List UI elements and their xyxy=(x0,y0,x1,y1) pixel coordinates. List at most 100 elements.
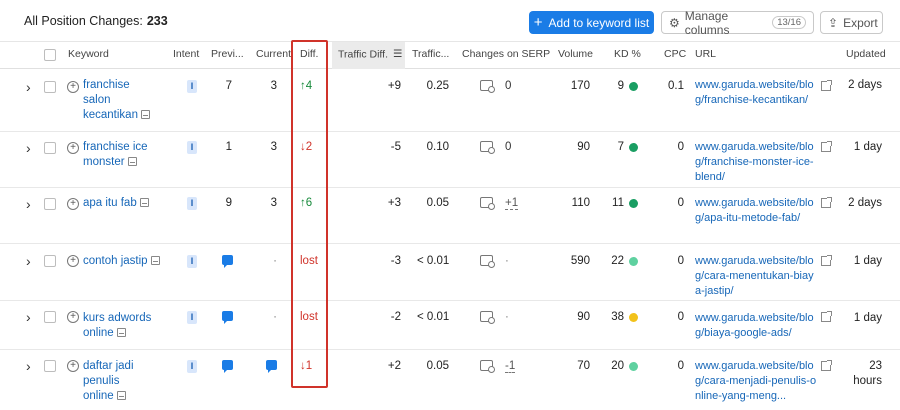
row-checkbox[interactable] xyxy=(44,198,56,210)
manage-columns-button[interactable]: ⚙ Manage columns 13/16 xyxy=(661,9,814,37)
external-link-icon[interactable] xyxy=(821,360,832,371)
kd-value: 22 xyxy=(611,255,624,267)
row-checkbox[interactable] xyxy=(44,255,56,267)
serp-features-icon xyxy=(140,110,150,119)
serp-snapshot-icon[interactable] xyxy=(480,80,495,93)
table-row: › + apa itu fab I 9 3 ↑6 +3 0.05 +1 110 … xyxy=(0,189,900,244)
col-kd[interactable]: KD % xyxy=(614,42,641,69)
intent-badge: I xyxy=(187,255,197,268)
keyword-text: franchise ice monster xyxy=(83,141,148,168)
col-intent[interactable]: Intent xyxy=(173,42,199,69)
intent-badge: I xyxy=(187,197,197,210)
row-checkbox[interactable] xyxy=(44,81,56,93)
traffic-diff: -3 xyxy=(390,255,401,267)
keyword-link[interactable]: franchise ice monster xyxy=(83,140,153,170)
keyword-link[interactable]: daftar jadi penulis online xyxy=(83,359,153,404)
col-cpc[interactable]: CPC xyxy=(664,42,686,69)
col-volume[interactable]: Volume xyxy=(558,42,593,69)
cpc: 0 xyxy=(677,141,684,153)
position-diff: lost xyxy=(300,311,318,323)
volume: 590 xyxy=(570,255,590,267)
serp-snapshot-icon[interactable] xyxy=(480,255,495,268)
add-keyword-icon[interactable]: + xyxy=(67,81,79,93)
export-button[interactable]: ⇪ Export xyxy=(820,11,883,34)
add-keyword-icon[interactable]: + xyxy=(67,142,79,154)
url-link[interactable]: www.garuda.website/blog/biaya-google-ads… xyxy=(695,311,817,341)
volume: 90 xyxy=(577,311,590,323)
row-checkbox[interactable] xyxy=(44,311,56,323)
expand-chevron-icon[interactable]: › xyxy=(26,253,31,269)
serp-snapshot-icon[interactable] xyxy=(480,141,495,154)
add-keyword-icon[interactable]: + xyxy=(67,255,79,267)
add-to-keyword-list-button[interactable]: + Add to keyword list xyxy=(529,11,654,34)
kd-indicator-dot xyxy=(629,82,638,91)
external-link-icon[interactable] xyxy=(821,255,832,266)
traffic-value: 0.10 xyxy=(426,141,449,153)
intent-badge: I xyxy=(187,141,197,154)
expand-chevron-icon[interactable]: › xyxy=(26,140,31,156)
external-link-icon[interactable] xyxy=(821,197,832,208)
current-position: 3 xyxy=(270,141,277,153)
external-link-icon[interactable] xyxy=(821,311,832,322)
keyword-link[interactable]: franchise salon kecantikan xyxy=(83,78,153,123)
serp-change: 0 xyxy=(505,80,512,92)
url-link[interactable]: www.garuda.website/blog/apa-itu-metode-f… xyxy=(695,196,817,226)
col-url[interactable]: URL xyxy=(695,42,716,69)
expand-chevron-icon[interactable]: › xyxy=(26,358,31,374)
serp-snapshot-icon[interactable] xyxy=(480,311,495,324)
add-keyword-icon[interactable]: + xyxy=(67,311,79,323)
cpc: 0.1 xyxy=(668,80,684,92)
traffic-value: 0.25 xyxy=(426,80,449,92)
volume: 110 xyxy=(571,197,590,209)
serp-snapshot-icon[interactable] xyxy=(480,197,495,210)
updated-time: 2 days xyxy=(848,79,882,91)
select-all-checkbox[interactable] xyxy=(44,49,56,61)
plus-icon: + xyxy=(533,14,543,31)
url-link[interactable]: www.garuda.website/blog/cara-menjadi-pen… xyxy=(695,359,817,404)
intent-badge: I xyxy=(187,80,197,93)
sort-icon: ☰ xyxy=(392,48,403,60)
serp-change[interactable]: +1 xyxy=(505,197,519,210)
table-row: › + franchise salon kecantikan I 7 3 ↑4 … xyxy=(0,70,900,132)
col-traffic-diff[interactable]: Traffic Diff. ☰ xyxy=(332,42,405,69)
external-link-icon[interactable] xyxy=(821,141,832,152)
serp-features-icon xyxy=(116,391,126,400)
serp-change: · xyxy=(505,311,509,323)
col-diff[interactable]: Diff. xyxy=(300,42,318,69)
col-updated[interactable]: Updated xyxy=(846,42,886,69)
col-serp-changes[interactable]: Changes on SERP xyxy=(462,42,550,69)
intent-badge: I xyxy=(187,311,197,324)
add-keyword-icon[interactable]: + xyxy=(67,360,79,372)
serp-change: 0 xyxy=(505,141,512,153)
keyword-text: contoh jastip xyxy=(83,255,148,267)
url-link[interactable]: www.garuda.website/blog/franchise-kecant… xyxy=(695,78,817,108)
serp-snapshot-icon[interactable] xyxy=(480,360,495,373)
position-diff: ↓2 xyxy=(300,141,313,153)
export-button-label: Export xyxy=(843,15,878,30)
row-checkbox[interactable] xyxy=(44,142,56,154)
expand-chevron-icon[interactable]: › xyxy=(26,196,31,212)
col-current[interactable]: Current xyxy=(256,42,291,69)
position-diff: ↑4 xyxy=(300,80,313,92)
traffic-diff: -5 xyxy=(390,141,401,153)
title-label: All Position Changes: xyxy=(24,14,143,28)
kd-indicator-dot xyxy=(629,313,638,322)
col-keyword[interactable]: Keyword xyxy=(68,42,109,69)
expand-chevron-icon[interactable]: › xyxy=(26,309,31,325)
url-link[interactable]: www.garuda.website/blog/franchise-monste… xyxy=(695,140,817,185)
url-link[interactable]: www.garuda.website/blog/cara-menentukan-… xyxy=(695,254,817,299)
position-diff: ↓1 xyxy=(300,360,313,372)
keyword-link[interactable]: apa itu fab xyxy=(83,196,163,211)
updated-time: 2 days xyxy=(848,197,882,209)
add-keyword-icon[interactable]: + xyxy=(67,198,79,210)
serp-change[interactable]: -1 xyxy=(505,360,516,373)
current-position: 3 xyxy=(270,197,277,209)
keyword-link[interactable]: kurs adwords online xyxy=(83,311,153,341)
col-traffic[interactable]: Traffic... xyxy=(412,42,449,69)
position-diff: ↑6 xyxy=(300,197,313,209)
keyword-link[interactable]: contoh jastip xyxy=(83,254,183,269)
row-checkbox[interactable] xyxy=(44,360,56,372)
external-link-icon[interactable] xyxy=(821,80,832,91)
col-previous[interactable]: Previ... xyxy=(211,42,244,69)
expand-chevron-icon[interactable]: › xyxy=(26,79,31,95)
